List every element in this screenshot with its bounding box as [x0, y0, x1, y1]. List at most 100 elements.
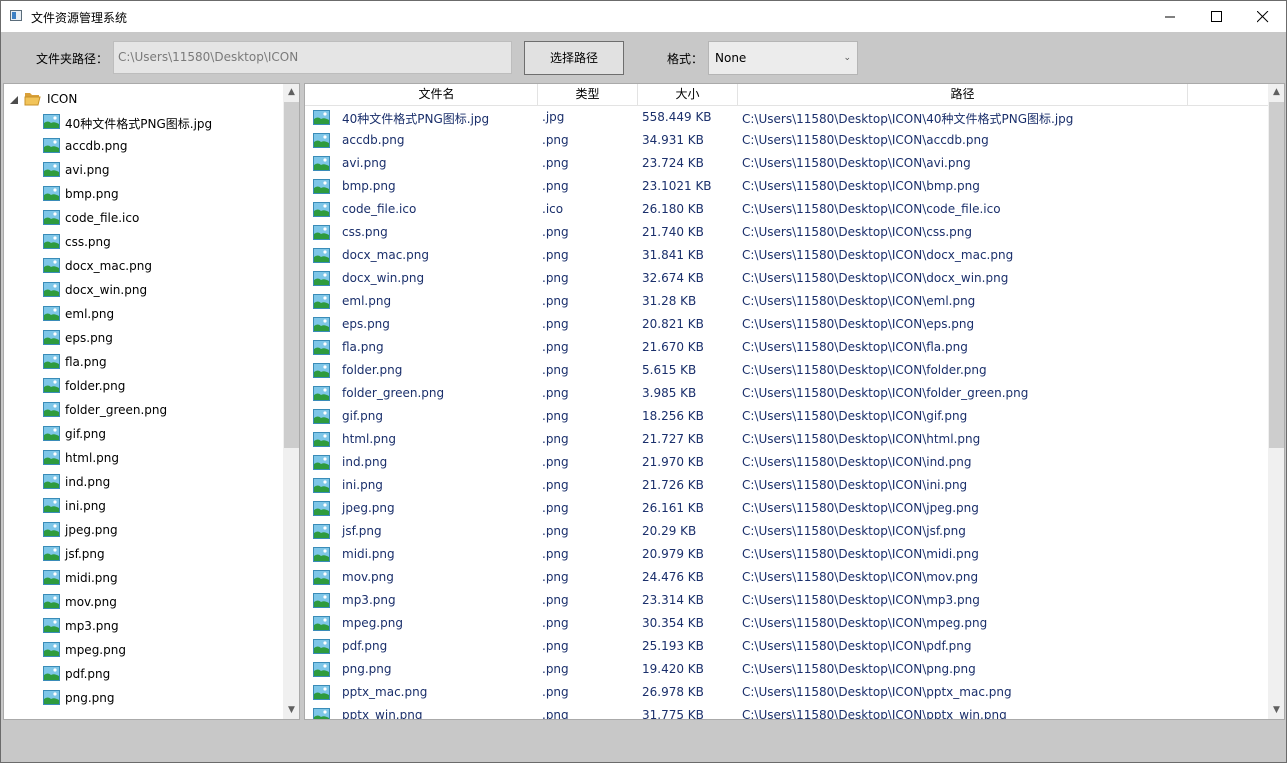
image-file-icon	[313, 432, 330, 447]
tree-item-label: code_file.ico	[65, 211, 140, 225]
cell-name: avi.png	[342, 156, 387, 170]
table-row[interactable]: mpeg.png .png 30.354 KB C:\Users\11580\Desk…	[305, 612, 1268, 635]
cell-path: C:\Users\11580\Desktop\ICON\midi.png	[742, 547, 979, 561]
image-file-icon	[313, 179, 330, 194]
close-button[interactable]	[1240, 1, 1286, 32]
cell-path: C:\Users\11580\Desktop\ICON\html.png	[742, 432, 981, 446]
table-row[interactable]: mov.png .png 24.476 KB C:\Users\11580\Deskt…	[305, 566, 1268, 589]
image-file-icon	[43, 474, 60, 489]
image-file-icon	[43, 522, 60, 537]
table-row[interactable]: code_file.ico .ico 26.180 KB C:\Users\11580…	[305, 198, 1268, 221]
table-row[interactable]: jsf.png .png 20.29 KB C:\Users\11580\Deskto…	[305, 520, 1268, 543]
cell-name: png.png	[342, 662, 392, 676]
image-file-icon	[313, 455, 330, 470]
cell-path: C:\Users\11580\Desktop\ICON\gif.png	[742, 409, 968, 423]
cell-path: C:\Users\11580\Desktop\ICON\css.png	[742, 225, 972, 239]
image-file-icon	[43, 450, 60, 465]
table-row[interactable]: gif.png .png 18.256 KB C:\Users\11580\Deskt…	[305, 405, 1268, 428]
scroll-down-icon[interactable]: ▼	[1268, 702, 1284, 719]
table-row[interactable]: pdf.png .png 25.193 KB C:\Users\11580\Deskt…	[305, 635, 1268, 658]
header-path[interactable]: 路径	[738, 84, 1188, 105]
file-table[interactable]: 文件名 类型 大小 路径 40种文件格式PNG图标.jpg .jpg 558.449…	[304, 83, 1285, 720]
cell-type: .png	[542, 363, 569, 377]
tree-item-label: pdf.png	[65, 667, 111, 681]
folder-open-icon	[24, 93, 41, 106]
select-path-button[interactable]: 选择路径	[524, 41, 624, 75]
cell-type: .png	[542, 570, 569, 584]
cell-path: C:\Users\11580\Desktop\ICON\ind.png	[742, 455, 972, 469]
table-row[interactable]: avi.png .png 23.724 KB C:\Users\11580\Deskt…	[305, 152, 1268, 175]
cell-size: 31.28 KB	[642, 294, 697, 308]
table-row[interactable]: fla.png .png 21.670 KB C:\Users\11580\Deskt…	[305, 336, 1268, 359]
cell-size: 34.931 KB	[642, 133, 704, 147]
app-icon	[10, 10, 22, 21]
image-file-icon	[43, 426, 60, 441]
table-row[interactable]: docx_mac.png .png 31.841 KB C:\Users\11580\…	[305, 244, 1268, 267]
table-scrollbar[interactable]: ▲ ▼	[1268, 84, 1284, 719]
image-file-icon	[43, 570, 60, 585]
table-row[interactable]: docx_win.png .png 32.674 KB C:\Users\11580\…	[305, 267, 1268, 290]
image-file-icon	[313, 570, 330, 585]
header-type[interactable]: 类型	[538, 84, 638, 105]
table-row[interactable]: accdb.png .png 34.931 KB C:\Users\11580\Des…	[305, 129, 1268, 152]
header-name[interactable]: 文件名	[336, 84, 538, 105]
cell-type: .png	[542, 685, 569, 699]
cell-name: eml.png	[342, 294, 392, 308]
image-file-icon	[43, 642, 60, 657]
table-row[interactable]: pptx_mac.png .png 26.978 KB C:\Users\11580\…	[305, 681, 1268, 704]
expand-triangle-icon[interactable]	[10, 95, 20, 105]
table-row[interactable]: pptx_win.png .png 31.775 KB C:\Users\11580\…	[305, 704, 1268, 720]
minimize-button[interactable]	[1148, 1, 1194, 32]
table-row[interactable]: ind.png .png 21.970 KB C:\Users\11580\Deskt…	[305, 451, 1268, 474]
cell-path: C:\Users\11580\Desktop\ICON\code_file.ic…	[742, 202, 1001, 216]
cell-name: docx_win.png	[342, 271, 425, 285]
folder-tree[interactable]: ICON 40种文件格式PNG图标.jpg accdb.png avi.png bmp…	[3, 83, 300, 720]
header-size[interactable]: 大小	[638, 84, 738, 105]
cell-type: .png	[542, 708, 569, 720]
cell-path: C:\Users\11580\Desktop\ICON\eml.png	[742, 294, 976, 308]
cell-name: html.png	[342, 432, 396, 446]
cell-type: .png	[542, 179, 569, 193]
table-row[interactable]: png.png .png 19.420 KB C:\Users\11580\Deskt…	[305, 658, 1268, 681]
cell-path: C:\Users\11580\Desktop\ICON\mov.png	[742, 570, 979, 584]
image-file-icon	[43, 594, 60, 609]
tree-item-label: png.png	[65, 691, 115, 705]
table-row[interactable]: folder.png .png 5.615 KB C:\Users\11580\Des…	[305, 359, 1268, 382]
table-row[interactable]: bmp.png .png 23.1021 KB C:\Users\11580\Desk…	[305, 175, 1268, 198]
cell-path: C:\Users\11580\Desktop\ICON\mp3.png	[742, 593, 980, 607]
table-row[interactable]: midi.png .png 20.979 KB C:\Users\11580\Desk…	[305, 543, 1268, 566]
tree-item-label: docx_win.png	[65, 283, 148, 297]
tree-item-label: jsf.png	[65, 547, 105, 561]
scroll-down-icon[interactable]: ▼	[283, 702, 299, 719]
tree-scrollbar[interactable]: ▲ ▼	[283, 84, 299, 719]
format-select[interactable]: None ⌄	[708, 41, 858, 75]
tree-scroll-thumb[interactable]	[284, 102, 299, 448]
table-row[interactable]: mp3.png .png 23.314 KB C:\Users\11580\Deskt…	[305, 589, 1268, 612]
tree-item-label: eps.png	[65, 331, 113, 345]
scroll-up-icon[interactable]: ▲	[283, 84, 299, 101]
image-file-icon	[313, 363, 330, 378]
table-scroll-thumb[interactable]	[1269, 102, 1284, 448]
table-row[interactable]: ini.png .png 21.726 KB C:\Users\11580\Deskt…	[305, 474, 1268, 497]
table-row[interactable]: html.png .png 21.727 KB C:\Users\11580\Desk…	[305, 428, 1268, 451]
table-row[interactable]: eps.png .png 20.821 KB C:\Users\11580\Deskt…	[305, 313, 1268, 336]
table-row[interactable]: jpeg.png .png 26.161 KB C:\Users\11580\Desk…	[305, 497, 1268, 520]
cell-path: C:\Users\11580\Desktop\ICON\avi.png	[742, 156, 971, 170]
table-row[interactable]: eml.png .png 31.28 KB C:\Users\11580\Deskto…	[305, 290, 1268, 313]
maximize-button[interactable]	[1194, 1, 1240, 32]
table-row[interactable]: css.png .png 21.740 KB C:\Users\11580\Deskt…	[305, 221, 1268, 244]
image-file-icon	[313, 225, 330, 240]
status-bar	[1, 721, 1286, 762]
cell-path: C:\Users\11580\Desktop\ICON\png.png	[742, 662, 976, 676]
table-row[interactable]: folder_green.png .png 3.985 KB C:\Users\115…	[305, 382, 1268, 405]
cell-type: .png	[542, 340, 569, 354]
cell-name: pdf.png	[342, 639, 388, 653]
cell-type: .png	[542, 616, 569, 630]
table-row[interactable]: 40种文件格式PNG图标.jpg .jpg 558.449 KB C:\Users\1…	[305, 106, 1268, 129]
cell-size: 25.193 KB	[642, 639, 704, 653]
minimize-icon	[1165, 16, 1175, 18]
cell-path: C:\Users\11580\Desktop\ICON\ini.png	[742, 478, 968, 492]
scroll-up-icon[interactable]: ▲	[1268, 84, 1284, 101]
cell-size: 21.726 KB	[642, 478, 704, 492]
path-input[interactable]: C:\Users\11580\Desktop\ICON	[113, 41, 512, 74]
